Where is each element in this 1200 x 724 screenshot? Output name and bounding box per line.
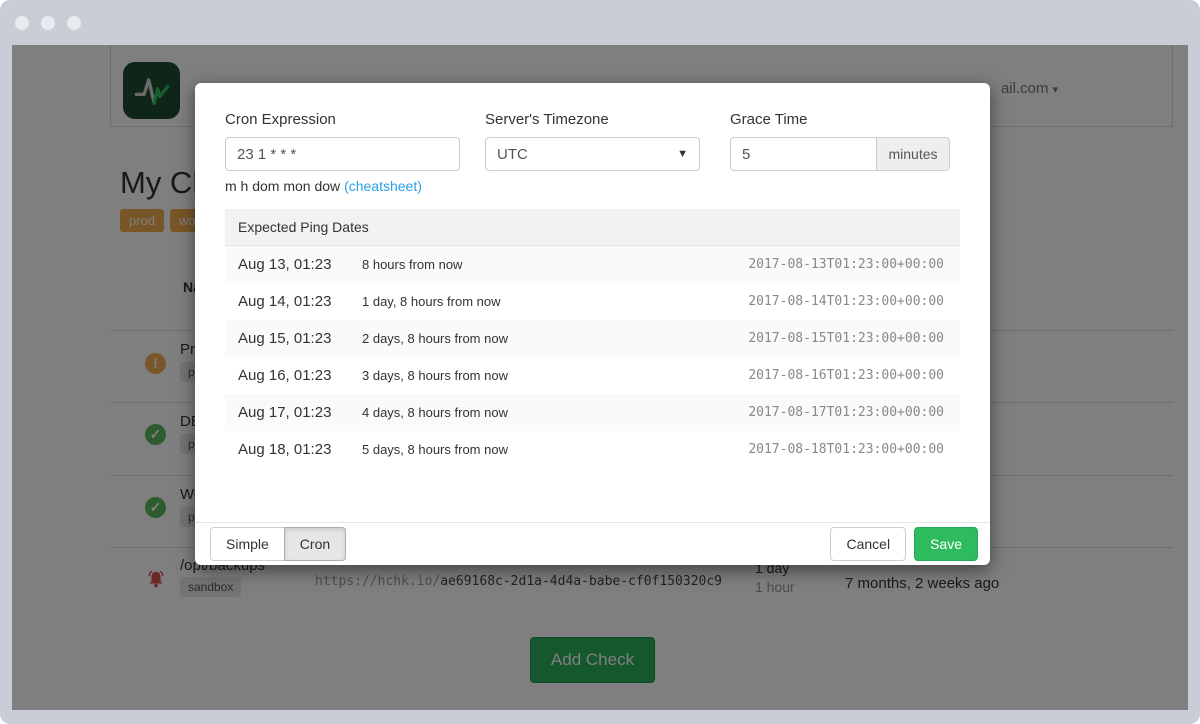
cancel-button[interactable]: Cancel [830,527,906,561]
grace-time-label: Grace Time [730,111,950,128]
browser-window: ail.com▾ My Checks prod workers Name ! P… [0,0,1200,724]
ping-row: Aug 15, 01:23 2 days, 8 hours from now 2… [225,320,960,357]
schedule-form-row: Cron Expression m h dom mon dow (cheatsh… [225,111,960,194]
chevron-down-icon: ▼ [677,148,688,160]
ping-row: Aug 17, 01:23 4 days, 8 hours from now 2… [225,394,960,431]
schedule-modal: Cron Expression m h dom mon dow (cheatsh… [195,83,990,565]
cron-mode-button[interactable]: Cron [284,527,346,561]
cron-expression-label: Cron Expression [225,111,460,128]
cron-helper-text: m h dom mon dow (cheatsheet) [225,178,460,194]
page-viewport: ail.com▾ My Checks prod workers Name ! P… [12,45,1188,710]
ping-row: Aug 18, 01:23 5 days, 8 hours from now 2… [225,431,960,468]
window-dot [41,16,55,30]
window-dot [67,16,81,30]
cron-expression-input[interactable] [225,137,460,171]
ping-table-header: Expected Ping Dates [225,209,960,246]
ping-row: Aug 13, 01:23 8 hours from now 2017-08-1… [225,246,960,283]
timezone-selected-value: UTC [497,146,528,163]
window-dot [15,16,29,30]
cheatsheet-link[interactable]: (cheatsheet) [344,178,422,194]
schedule-mode-toggle: Simple Cron [210,527,346,561]
timezone-label: Server's Timezone [485,111,700,128]
modal-footer: Simple Cron Cancel Save [195,522,990,565]
ping-row: Aug 16, 01:23 3 days, 8 hours from now 2… [225,357,960,394]
save-button[interactable]: Save [914,527,978,561]
grace-time-input[interactable] [730,137,877,171]
expected-ping-dates-table: Expected Ping Dates Aug 13, 01:23 8 hour… [225,209,960,468]
window-titlebar [0,0,1200,45]
ping-row: Aug 14, 01:23 1 day, 8 hours from now 20… [225,283,960,320]
simple-mode-button[interactable]: Simple [210,527,285,561]
modal-body: Cron Expression m h dom mon dow (cheatsh… [195,83,990,468]
grace-unit-addon: minutes [877,137,950,171]
timezone-select[interactable]: UTC ▼ [485,137,700,171]
